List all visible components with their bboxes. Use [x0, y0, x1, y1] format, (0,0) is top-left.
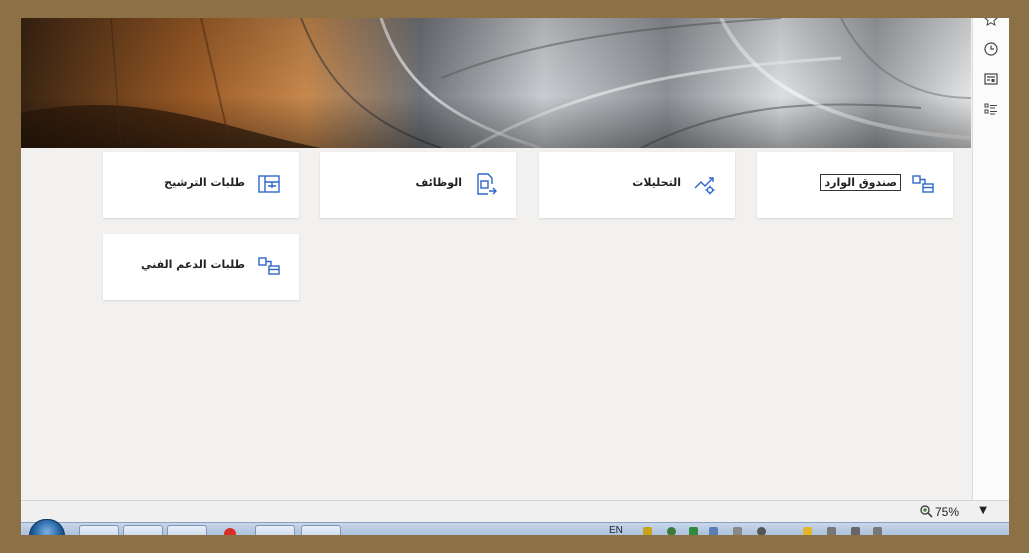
zoom-dropdown-icon[interactable]: ▼	[979, 505, 987, 516]
zoom-level[interactable]: 75%	[935, 505, 959, 519]
language-indicator[interactable]: EN	[609, 525, 623, 535]
tray-icon-5[interactable]	[733, 527, 742, 535]
taskbar-app-folder[interactable]	[255, 525, 295, 535]
start-button[interactable]	[29, 519, 65, 535]
metal-banner-image	[21, 18, 971, 148]
tray-icon-9[interactable]	[851, 527, 860, 535]
zoom-icon[interactable]	[919, 504, 933, 518]
tray-icon-1[interactable]	[643, 527, 652, 535]
taskbar-app-excel[interactable]	[167, 525, 207, 535]
tile-jobs-label: الوظائف	[415, 176, 462, 189]
tile-support-requests[interactable]: طلبات الدعم الفني	[103, 234, 299, 300]
star-icon[interactable]	[983, 18, 999, 28]
nominations-icon	[258, 175, 280, 193]
taskbar-app-active[interactable]	[301, 525, 341, 535]
tiles-area: صندوق الوارد التحليلات الوظائف طلبات الت…	[21, 148, 971, 500]
inbox-icon	[912, 175, 934, 193]
browser-status-bar: 75% ▼	[21, 500, 1009, 523]
jobs-icon	[477, 173, 497, 195]
browser-viewport: صندوق الوارد التحليلات الوظائف طلبات الت…	[21, 18, 1009, 535]
news-icon[interactable]	[983, 71, 999, 87]
tray-icon-6[interactable]	[757, 527, 766, 535]
analytics-icon	[694, 177, 715, 195]
tile-analytics-label: التحليلات	[632, 176, 681, 189]
tile-analytics[interactable]: التحليلات	[539, 152, 735, 218]
tray-icon-4[interactable]	[709, 527, 718, 535]
tile-support-requests-label: طلبات الدعم الفني	[140, 258, 245, 271]
tray-icon-3[interactable]	[689, 527, 698, 535]
taskbar-app-chrome[interactable]	[211, 525, 249, 535]
hero-banner	[21, 18, 971, 148]
tile-inbox-label: صندوق الوارد	[820, 174, 901, 191]
taskbar-app-1[interactable]	[79, 525, 119, 535]
tile-nominations[interactable]: طلبات الترشيح	[103, 152, 299, 218]
tray-icon-2[interactable]	[667, 527, 676, 535]
clock-icon[interactable]	[983, 41, 999, 57]
list-icon[interactable]	[983, 101, 999, 117]
taskbar-app-explorer[interactable]	[123, 525, 163, 535]
tray-icon-8[interactable]	[827, 527, 836, 535]
tile-inbox[interactable]: صندوق الوارد	[757, 152, 953, 218]
chrome-icon	[224, 528, 236, 535]
tile-nominations-label: طلبات الترشيح	[164, 176, 245, 189]
windows-taskbar: EN	[21, 519, 1009, 535]
tray-icon-7[interactable]	[803, 527, 812, 535]
support-requests-icon	[258, 257, 280, 275]
tile-jobs[interactable]: الوظائف	[320, 152, 516, 218]
right-sidebar	[972, 18, 1009, 500]
tray-icon-10[interactable]	[873, 527, 882, 535]
